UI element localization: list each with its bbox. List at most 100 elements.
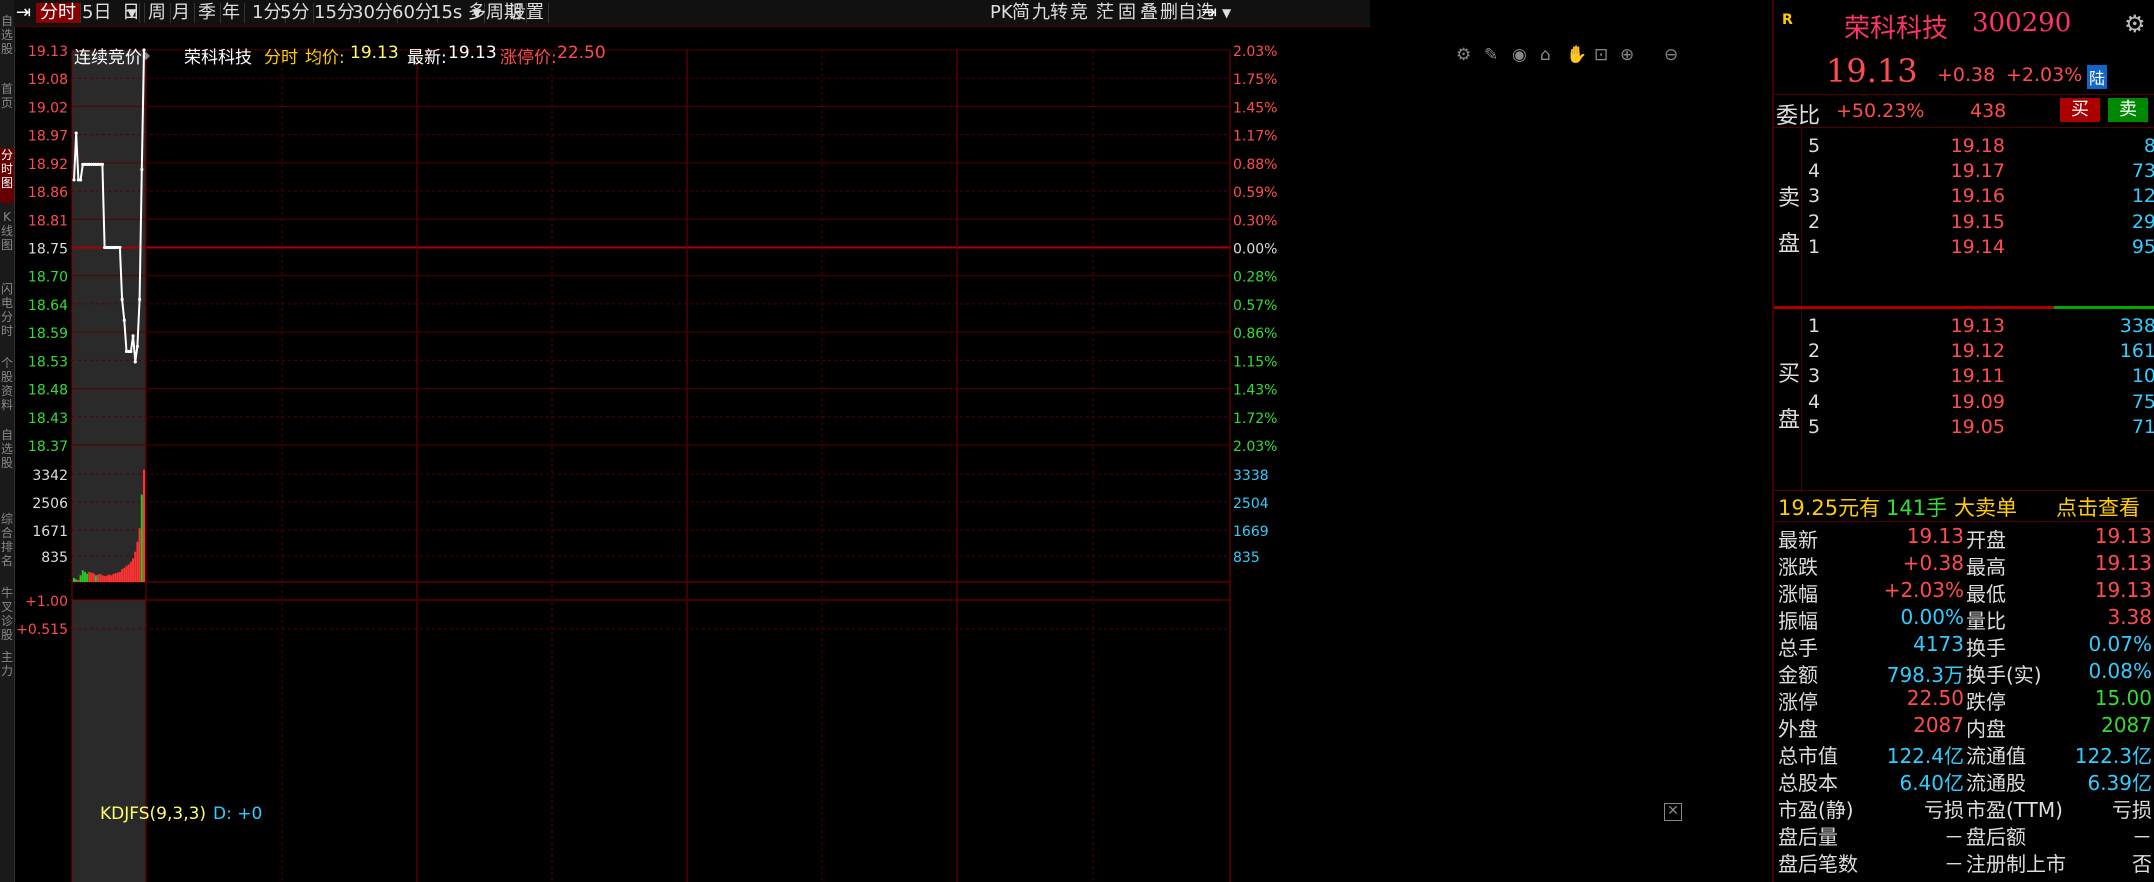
toolbar-right-5[interactable]: 固 <box>1118 3 1136 23</box>
bids-volume: 338 <box>2119 315 2154 337</box>
stat-value: 6.39亿 <box>2087 771 2152 795</box>
stat-value: － <box>2132 825 2152 849</box>
price-point <box>120 297 124 302</box>
toolbar-item-2[interactable]: 日 <box>118 3 145 23</box>
stat-value: +2.03% <box>1883 578 1964 602</box>
chevron-down-icon[interactable]: ▼ <box>1222 3 1231 23</box>
bids-level: 1 <box>1808 315 1821 337</box>
bids-level: 3 <box>1808 365 1821 387</box>
stats-row: 总市值 122.4亿 流通值 122.3亿 <box>1774 740 2154 768</box>
toolbar-right-2[interactable]: 九转 <box>1032 3 1068 23</box>
avg-price-label: 均价: <box>305 48 345 68</box>
stat-label: 总手 <box>1778 636 1818 660</box>
stat-value: 22.50 <box>1906 686 1964 710</box>
close-indicator-icon[interactable]: ✕ <box>1664 803 1682 821</box>
stat-value: 798.3万 <box>1886 663 1964 687</box>
stat-value: 0.08% <box>2088 659 2152 683</box>
pct-tick-label: 1.75% <box>1233 72 1277 88</box>
volume-bar <box>118 571 121 582</box>
volume-bar <box>114 573 117 582</box>
chart-stock-name: 荣科科技 <box>184 48 252 68</box>
price-point <box>72 178 76 182</box>
stat-label: 市盈(TTM) <box>1966 798 2063 822</box>
price-change-pct: +2.03% <box>2006 64 2083 86</box>
price-tick-label: 19.13 <box>28 44 68 60</box>
gear-icon[interactable]: ⚙ <box>2124 10 2146 38</box>
asks-row[interactable]: 1 19.14 95 <box>1774 236 2154 270</box>
big-order-lots[interactable]: 141手 <box>1886 492 1947 522</box>
view-big-order-link[interactable]: 点击查看 <box>2056 492 2140 522</box>
stats-row: 振幅 0.00% 量比 3.38 <box>1774 605 2154 633</box>
bids-row[interactable]: 5 19.05 71 <box>1774 416 2154 450</box>
collapse-left-icon[interactable]: ⇥ <box>16 3 31 23</box>
stock-name: 荣科科技 <box>1844 14 1949 44</box>
big-order-kind[interactable]: 大卖单 <box>1954 492 2017 522</box>
toolbar-item-0[interactable]: 分时 <box>36 3 81 23</box>
asks-level: 2 <box>1808 211 1821 233</box>
stat-value: 6.40亿 <box>1899 771 1964 795</box>
asks-volume: 29 <box>2131 211 2154 233</box>
stat-value: 19.13 <box>2094 578 2152 602</box>
hand-icon[interactable]: ✋ <box>1566 45 1587 65</box>
stat-label: 总股本 <box>1778 771 1838 795</box>
chart-view-label: 分时 <box>264 48 298 68</box>
stat-value: 3.38 <box>2107 605 2152 629</box>
price-tick-label: 18.81 <box>28 213 68 229</box>
pct-tick-label: 2.03% <box>1233 439 1277 455</box>
stat-label: 总市值 <box>1778 744 1838 768</box>
buy-button[interactable]: 买 <box>2060 98 2100 122</box>
toolbar-right-3[interactable]: 竞 <box>1070 3 1088 23</box>
bank-icon[interactable]: ⌂ <box>1540 45 1551 65</box>
zoom-out-icon[interactable]: ⊖ <box>1664 45 1678 65</box>
asks-volume: 73 <box>2131 160 2154 182</box>
pct-tick-label: 2.03% <box>1233 44 1277 60</box>
eye-icon[interactable]: ◉ <box>1512 45 1527 65</box>
volume-bar <box>90 572 93 582</box>
chart-canvas[interactable]: 19.13 2.03% 19.08 1.75% 19.02 1.45% 18.97 1.17%… <box>0 26 1370 882</box>
volume-tick-label-right: 835 <box>1233 550 1260 566</box>
zoom-in-icon[interactable]: ⊕ <box>1620 45 1634 65</box>
stat-value: 122.4亿 <box>1886 744 1964 768</box>
volume-bar <box>110 575 113 582</box>
intraday-chart[interactable]: 19.13 2.03% 19.08 1.75% 19.02 1.45% 18.97 1.17%… <box>0 26 1370 882</box>
limit-up-value: 22.50 <box>557 43 606 63</box>
toolbar-item-8[interactable]: 5分 <box>276 3 315 23</box>
toolbar-right-4[interactable]: 茫 <box>1096 3 1114 23</box>
volume-bar <box>112 573 115 582</box>
bids-volume: 10 <box>2131 365 2154 387</box>
volume-tick-label: 3342 <box>32 468 68 484</box>
stat-label: 跌停 <box>1966 690 2006 714</box>
lock-icon[interactable]: ⊡ <box>1594 45 1608 65</box>
price-tick-label: 18.37 <box>28 439 68 455</box>
volume-bar <box>73 577 75 582</box>
big-order-price[interactable]: 19.25元有 <box>1778 492 1880 522</box>
toolbar-right-0[interactable]: PK <box>990 3 1013 23</box>
pen-icon[interactable]: ✎ <box>1484 45 1498 65</box>
stats-row: 市盈(静) 亏损 市盈(TTM) 亏损 <box>1774 794 2154 822</box>
price-tick-label: 19.02 <box>28 100 68 116</box>
stat-label: 盘后额 <box>1966 825 2026 849</box>
avg-price-value: 19.13 <box>350 43 399 63</box>
stats-row: 涨跌 +0.38 最高 19.13 <box>1774 551 2154 579</box>
volume-bar <box>99 573 102 582</box>
stat-label: 涨幅 <box>1778 582 1818 606</box>
toolbar-right-6[interactable]: 叠 <box>1140 3 1158 23</box>
toolbar-item-5[interactable]: 季 <box>194 3 221 23</box>
volume-tick-label-right: 2504 <box>1233 496 1269 512</box>
toolbar-item-4[interactable]: 月 <box>168 3 195 23</box>
indicator-d-value: D: +0 <box>213 804 263 824</box>
toolbar-right-1[interactable]: 简 <box>1012 3 1030 23</box>
volume-bar <box>132 558 135 582</box>
sell-button[interactable]: 卖 <box>2108 98 2148 122</box>
stat-value: 0.00% <box>1900 605 1964 629</box>
collapse-right-icon[interactable]: ⇥ <box>1202 3 1217 23</box>
toolbar-item-14[interactable]: 设置 <box>504 3 549 23</box>
ask-bid-ratio-red <box>1774 306 2054 309</box>
settings-icon[interactable]: ⚙ <box>1456 45 1471 65</box>
price-point <box>100 162 105 166</box>
toolbar-item-6[interactable]: 年 <box>218 3 245 23</box>
stat-label: 流通值 <box>1966 744 2026 768</box>
asks-price: 19.14 <box>1950 236 2005 258</box>
toolbar-item-3[interactable]: 周 <box>144 3 171 23</box>
volume-tick-label-right: 1669 <box>1233 524 1269 540</box>
